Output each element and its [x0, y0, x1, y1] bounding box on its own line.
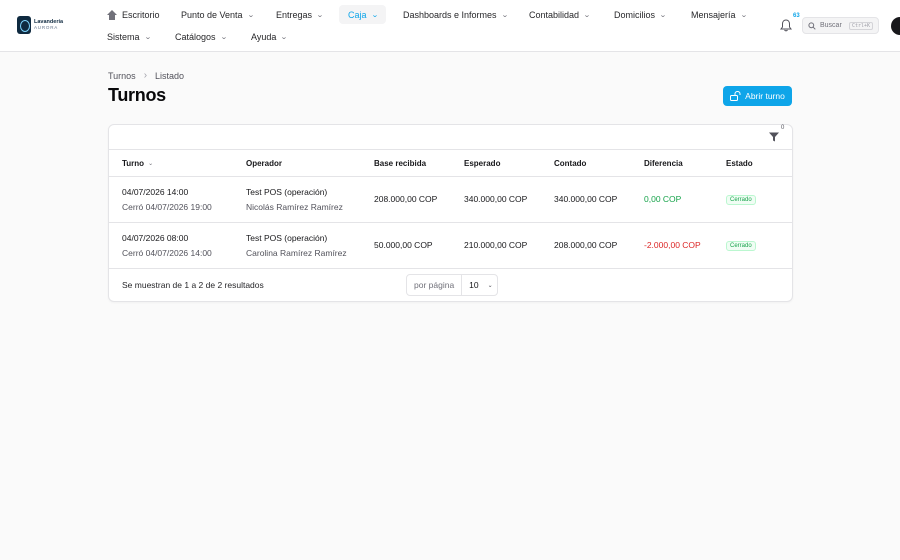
search-label: Buscar [820, 22, 842, 29]
status-badge: Cerrado [726, 241, 756, 251]
nav-item-contabilidad[interactable]: Contabilidad ⌄ [529, 6, 591, 24]
chevron-down-icon: ⌄ [739, 12, 748, 19]
nav-item-mensajeria[interactable]: Mensajería ⌄ [691, 6, 748, 24]
nav-item-caja[interactable]: Caja ⌄ [339, 5, 387, 24]
nav-item-escritorio[interactable]: Escritorio [107, 6, 160, 24]
notification-count: 63 [793, 13, 800, 19]
chevron-down-icon: ⌄ [246, 12, 255, 19]
shift-closed: Cerró 04/07/2026 19:00 [122, 202, 212, 212]
user-avatar[interactable] [891, 17, 900, 35]
shift-counted: 208.000,00 COP [554, 240, 618, 250]
nav-item-catalogos[interactable]: Catálogos ⌄ [175, 28, 228, 46]
shift-operator: Nicolás Ramírez Ramírez [246, 202, 343, 212]
shift-operator: Carolina Ramírez Ramírez [246, 248, 347, 258]
chevron-down-icon: ⌄ [370, 11, 379, 19]
shift-closed: Cerró 04/07/2026 14:00 [122, 248, 212, 258]
column-header-esperado: Esperado [464, 159, 501, 168]
nav-item-ayuda[interactable]: Ayuda ⌄ [251, 28, 289, 46]
pagination-summary: Se muestran de 1 a 2 de 2 resultados [122, 280, 264, 290]
shift-base: 208.000,00 COP [374, 194, 438, 204]
brand-subname: AURORA [34, 25, 59, 30]
sort-chevron-icon: ⌄ [148, 161, 154, 167]
chevron-down-icon: ⌄ [487, 282, 493, 289]
home-icon [107, 10, 117, 20]
chevron-down-icon: ⌄ [500, 12, 509, 19]
breadcrumb-item-turnos[interactable]: Turnos [108, 71, 136, 81]
filter-count: 0 [781, 125, 785, 131]
table-row[interactable]: 04/07/2026 14:00 Cerró 04/07/2026 19:00 … [109, 177, 792, 223]
column-header-base-recibida: Base recibida [374, 159, 427, 168]
breadcrumb-item-listado: Listado [155, 70, 185, 81]
shift-counted: 340.000,00 COP [554, 194, 618, 204]
chevron-down-icon: ⌄ [280, 34, 289, 41]
column-header-operador: Operador [246, 159, 283, 168]
open-shift-button[interactable]: Abrir turno [723, 86, 792, 106]
breadcrumb-separator: › [143, 70, 148, 81]
shift-base: 50.000,00 COP [374, 240, 433, 250]
nav-item-punto-de-venta[interactable]: Punto de Venta ⌄ [181, 6, 255, 24]
status-badge: Cerrado [726, 195, 756, 205]
chevron-down-icon: ⌄ [583, 12, 591, 19]
brand-logo[interactable]: Lavandería AURORA [17, 16, 63, 34]
shifts-table-card: 0 Turno ⌄ Operador Base recibida Esperad… [108, 124, 793, 302]
bell-icon[interactable] [780, 19, 792, 32]
lock-open-icon [730, 91, 741, 101]
column-header-contado: Contado [554, 159, 587, 168]
chevron-down-icon: ⌄ [143, 34, 152, 41]
shift-difference: -2.000,00 COP [644, 240, 701, 250]
nav-item-entregas[interactable]: Entregas ⌄ [276, 6, 324, 24]
search-icon [808, 21, 816, 30]
shift-expected: 340.000,00 COP [464, 194, 528, 204]
per-page-label: por página [407, 275, 463, 295]
brand-logo-mark [17, 16, 31, 34]
chevron-down-icon: ⌄ [316, 12, 324, 19]
chevron-down-icon: ⌄ [219, 34, 228, 41]
open-shift-label: Abrir turno [745, 91, 785, 101]
per-page-select[interactable]: por página 10 ⌄ [406, 274, 499, 296]
column-header-estado: Estado [726, 159, 753, 168]
top-navigation-bar: Lavandería AURORA Escritorio Punto de Ve… [0, 0, 900, 52]
chevron-down-icon: ⌄ [659, 12, 667, 19]
per-page-value: 10 [469, 280, 479, 290]
search-button[interactable]: Buscar Ctrl+K [802, 17, 879, 34]
table-header-row: Turno ⌄ Operador Base recibida Esperado … [109, 149, 792, 177]
nav-item-dashboards-e-informes[interactable]: Dashboards e Informes ⌄ [403, 6, 509, 24]
table-row[interactable]: 04/07/2026 08:00 Cerró 04/07/2026 14:00 … [109, 223, 792, 269]
column-header-turno[interactable]: Turno ⌄ [122, 159, 153, 168]
shift-pos: Test POS (operación) [246, 187, 328, 197]
search-shortcut: Ctrl+K [848, 21, 873, 30]
shift-expected: 210.000,00 COP [464, 240, 528, 250]
column-header-diferencia: Diferencia [644, 159, 683, 168]
nav-item-domicilios[interactable]: Domicilios ⌄ [614, 6, 667, 24]
page-title: Turnos [108, 85, 166, 105]
shift-opened: 04/07/2026 14:00 [122, 187, 189, 197]
nav-item-sistema[interactable]: Sistema ⌄ [107, 28, 152, 46]
shift-pos: Test POS (operación) [246, 233, 328, 243]
breadcrumb: Turnos › Listado [108, 70, 184, 81]
shift-opened: 04/07/2026 08:00 [122, 233, 189, 243]
filter-icon[interactable] [768, 131, 780, 143]
shift-difference: 0,00 COP [644, 194, 682, 204]
